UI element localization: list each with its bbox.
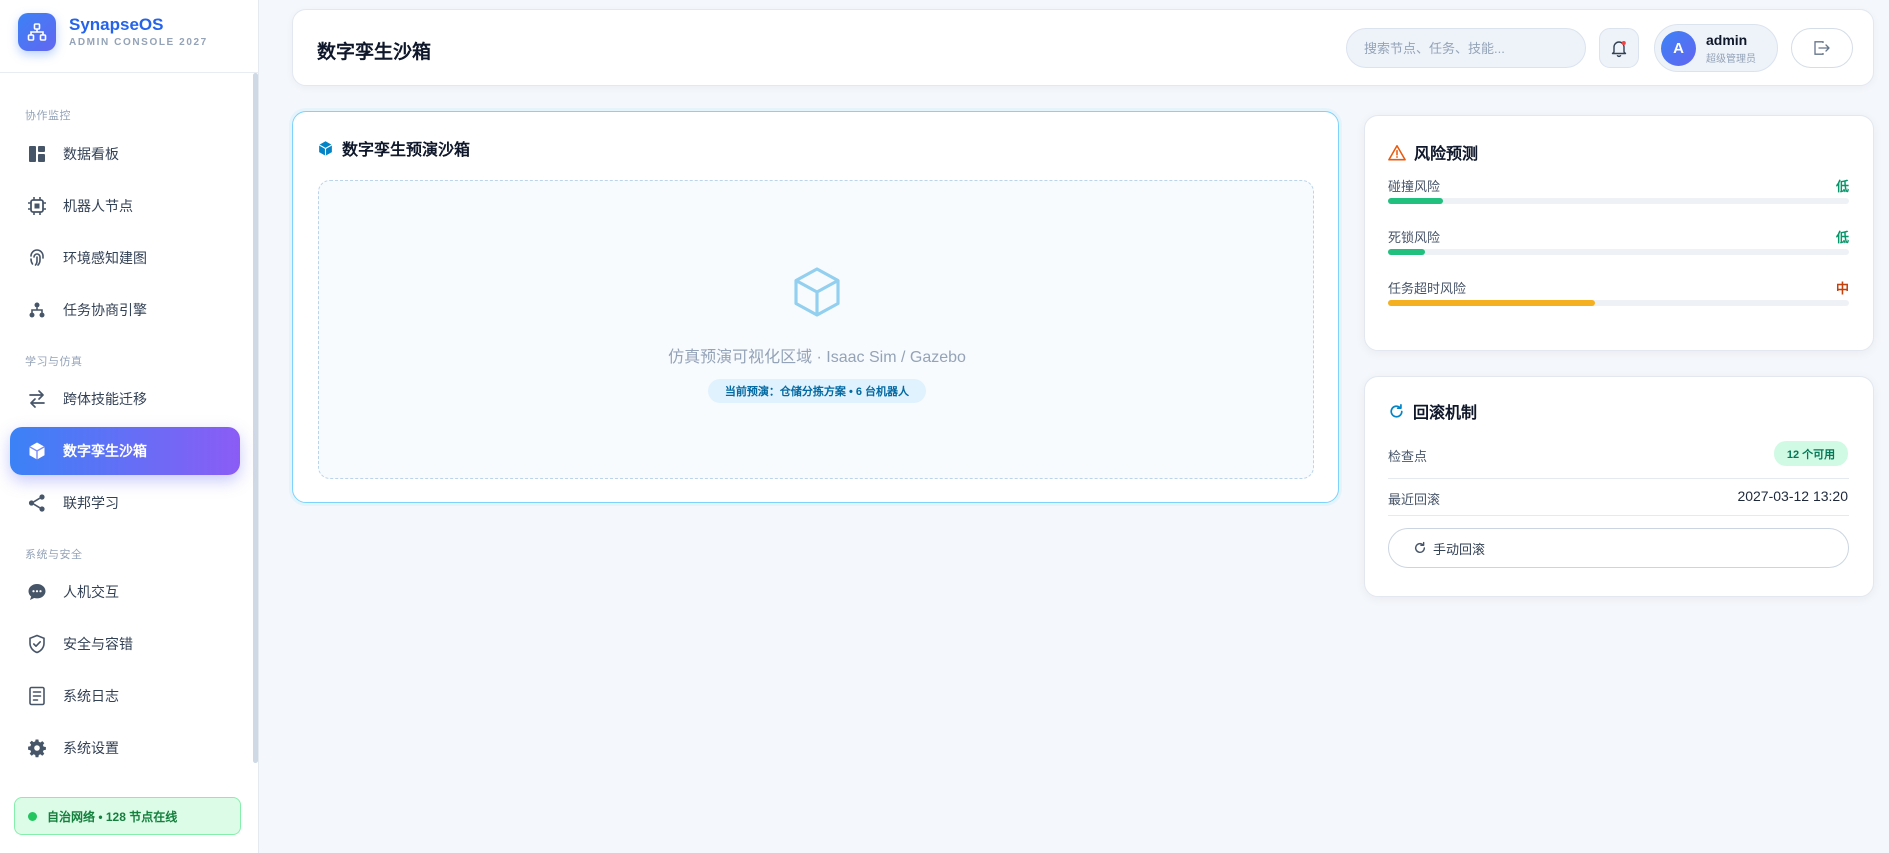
rollback-title: 回滚机制: [1413, 405, 1478, 422]
risk-name: 碰撞风险: [1388, 179, 1441, 194]
checkpoint-label: 检查点: [1388, 449, 1428, 464]
rollback-card: 回滚机制 检查点 12 个可用 最近回滚 2027-03-12 13:20 手动…: [1364, 376, 1874, 597]
user-menu[interactable]: A admin 超级管理员: [1654, 24, 1778, 72]
sidebar-item-logs[interactable]: 系统日志: [10, 672, 240, 720]
brand-logo-icon: [18, 13, 56, 51]
sidebar-item-label: 系统日志: [63, 688, 119, 704]
sidebar-item-federated-learning[interactable]: 联邦学习: [10, 479, 240, 527]
refresh-icon: [1414, 541, 1426, 554]
risk-prediction-card: 风险预测 碰撞风险低死锁风险低任务超时风险中: [1364, 115, 1874, 351]
sidebar-item-label: 数字孪生沙箱: [63, 443, 147, 459]
sidebar-scrollbar[interactable]: [253, 73, 258, 763]
brand[interactable]: SynapseOS ADMIN CONSOLE 2027: [18, 9, 208, 55]
sidebar-item-label: 系统设置: [63, 740, 119, 756]
risk-progress-track: [1388, 198, 1849, 204]
sidebar-item-label: 任务协商引擎: [63, 302, 147, 318]
bell-icon: [1611, 41, 1627, 58]
logout-button[interactable]: [1791, 28, 1853, 68]
sidebar-item-dashboard[interactable]: 数据看板: [10, 130, 240, 178]
risk-level: 中: [1835, 281, 1849, 296]
sidebar-item-settings[interactable]: 系统设置: [10, 724, 240, 772]
fingerprint-icon: [26, 247, 48, 269]
sidebar-item-env-mapping[interactable]: 环境感知建图: [10, 234, 240, 282]
sidebar-item-label: 数据看板: [63, 146, 119, 162]
risk-level: 低: [1835, 230, 1849, 245]
search-input[interactable]: [1346, 28, 1586, 68]
transfer-icon: [26, 388, 48, 410]
sidebar-item-robot-nodes[interactable]: 机器人节点: [10, 182, 240, 230]
network-status-text: 自治网络 • 128 节点在线: [47, 809, 178, 824]
user-role: 超级管理员: [1706, 53, 1756, 65]
sidebar-item-label: 联邦学习: [63, 495, 119, 511]
dashboard-icon: [26, 143, 48, 165]
cube-icon: [318, 140, 333, 156]
manual-rollback-label: 手动回滚: [1433, 541, 1486, 557]
network-status: 自治网络 • 128 节点在线: [14, 797, 241, 835]
cube-icon: [26, 440, 48, 462]
brand-name: SynapseOS: [69, 15, 164, 34]
shield-icon: [26, 633, 48, 655]
sidebar-item-label: 跨体技能迁移: [63, 391, 147, 407]
sidebar-item-hci[interactable]: 人机交互: [10, 568, 240, 616]
risk-progress-fill: [1388, 249, 1425, 255]
status-dot: [28, 811, 37, 821]
simulation-viewport[interactable]: 仿真预演可视化区域 · Isaac Sim / Gazebo 当前预演：仓储分拣…: [318, 180, 1314, 479]
chip-icon: [26, 195, 48, 217]
sidebar-item-label: 机器人节点: [63, 198, 133, 214]
sidebar-scrollbar-thumb[interactable]: [253, 73, 258, 763]
cube-icon: [794, 267, 840, 317]
sidebar: SynapseOS ADMIN CONSOLE 2027 协作监控 数据看板 机…: [0, 0, 259, 853]
simulation-caption: 仿真预演可视化区域 · Isaac Sim / Gazebo: [668, 349, 966, 366]
hierarchy-icon: [26, 299, 48, 321]
logout-icon: [1814, 41, 1830, 55]
sidebar-item-label: 人机交互: [63, 584, 119, 600]
sidebar-item-label: 安全与容错: [63, 636, 133, 652]
sidebar-item-skill-transfer[interactable]: 跨体技能迁移: [10, 375, 240, 423]
section-label-monitoring: 协作监控: [25, 110, 71, 122]
page-title: 数字孪生沙箱: [317, 42, 432, 63]
risk-name: 任务超时风险: [1388, 281, 1467, 296]
section-label-system: 系统与安全: [25, 549, 83, 561]
recent-rollback-label: 最近回滚: [1388, 492, 1441, 507]
user-name: admin: [1706, 31, 1748, 48]
avatar: A: [1661, 30, 1696, 66]
top-bar: 数字孪生沙箱 A admin 超级管理员: [292, 9, 1874, 86]
warning-icon: [1388, 144, 1406, 160]
divider: [1388, 478, 1849, 479]
sidebar-item-security[interactable]: 安全与容错: [10, 620, 240, 668]
sandbox-title: 数字孪生预演沙箱: [342, 142, 471, 159]
risk-title: 风险预测: [1414, 146, 1479, 163]
risk-progress-fill: [1388, 198, 1444, 204]
sandbox-card: 数字孪生预演沙箱 仿真预演可视化区域 · Isaac Sim / Gazebo …: [292, 111, 1339, 503]
log-icon: [26, 685, 48, 707]
sidebar-item-label: 环境感知建图: [63, 250, 147, 266]
recent-rollback-time: 2027-03-12 13:20: [1737, 488, 1848, 504]
risk-progress-fill: [1388, 300, 1596, 306]
manual-rollback-button[interactable]: 手动回滚: [1388, 528, 1849, 568]
current-rehearsal-badge: 当前预演：仓储分拣方案 • 6 台机器人: [708, 379, 926, 403]
risk-name: 死锁风险: [1388, 230, 1441, 245]
refresh-icon: [1390, 403, 1403, 418]
share-icon: [26, 492, 48, 514]
checkpoint-count-badge: 12 个可用: [1774, 441, 1848, 466]
risk-level: 低: [1835, 179, 1849, 194]
sidebar-item-digital-twin[interactable]: 数字孪生沙箱: [10, 427, 240, 475]
brand-divider: [0, 72, 259, 73]
risk-progress-track: [1388, 249, 1849, 255]
sidebar-item-task-engine[interactable]: 任务协商引擎: [10, 286, 240, 334]
notifications-button[interactable]: [1599, 28, 1639, 68]
gear-icon: [26, 737, 48, 759]
brand-subtitle: ADMIN CONSOLE 2027: [69, 37, 208, 48]
chat-icon: [26, 581, 48, 603]
risk-progress-track: [1388, 300, 1849, 306]
section-label-learning: 学习与仿真: [25, 356, 83, 368]
divider: [1388, 515, 1849, 516]
